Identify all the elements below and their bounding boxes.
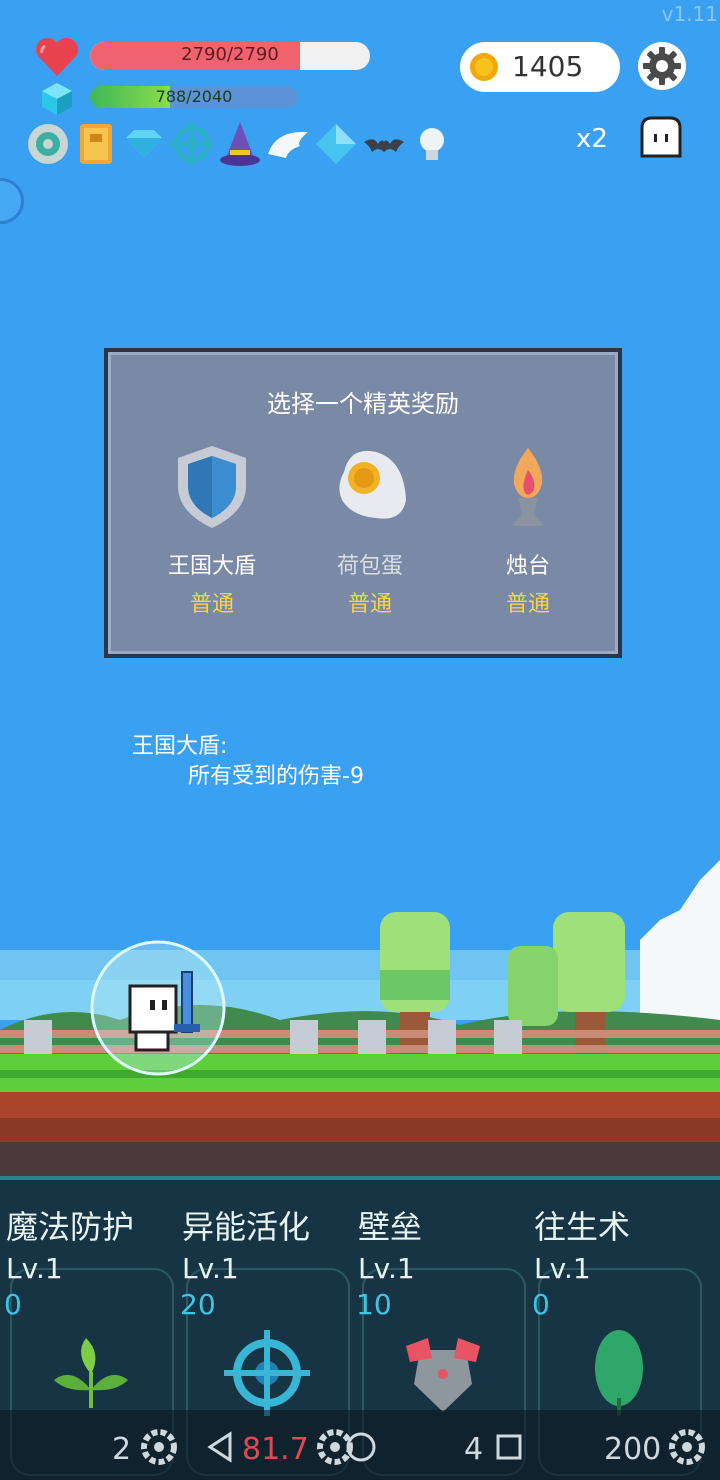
back-icon[interactable] bbox=[202, 1428, 240, 1466]
home-icon[interactable] bbox=[342, 1428, 380, 1466]
skill-cost: 0 bbox=[4, 1288, 22, 1321]
reward-name: 王国大盾 bbox=[167, 554, 256, 579]
reward-name: 荷包蛋 bbox=[336, 554, 403, 579]
bat-relic-icon[interactable] bbox=[362, 120, 406, 168]
skill-level: Lv.1 bbox=[6, 1252, 63, 1285]
leaf-sprout-icon bbox=[54, 1338, 128, 1408]
lightbulb-relic-icon[interactable] bbox=[410, 120, 454, 168]
ghost-menu-icon[interactable] bbox=[638, 114, 684, 160]
reward-rarity: 普通 bbox=[347, 592, 392, 617]
candlestick-icon bbox=[512, 448, 544, 526]
disc-relic-icon[interactable] bbox=[26, 120, 70, 168]
mana-crystal-icon bbox=[42, 83, 72, 115]
dialog-title: 选择一个精英奖励 bbox=[267, 390, 459, 418]
gear-icon[interactable] bbox=[668, 1428, 706, 1466]
target-relic-icon[interactable] bbox=[170, 120, 214, 168]
skill-count: 81.7 bbox=[242, 1432, 309, 1467]
book-relic-icon[interactable] bbox=[74, 120, 118, 168]
shield-icon bbox=[178, 446, 246, 528]
recents-icon[interactable] bbox=[490, 1428, 528, 1466]
speed-label[interactable]: x2 bbox=[576, 124, 608, 154]
description-body: 所有受到的伤害-9 bbox=[188, 764, 364, 789]
reward-name: 烛台 bbox=[505, 554, 550, 579]
side-menu-button[interactable] bbox=[0, 178, 24, 224]
reward-option-egg[interactable]: 荷包蛋 普通 bbox=[290, 442, 450, 618]
version-label: v1.11 bbox=[661, 2, 718, 26]
mana-bar: 788/2040 bbox=[90, 86, 298, 108]
description-title: 王国大盾: bbox=[132, 734, 228, 759]
battle-scene bbox=[0, 860, 720, 1180]
skill-name: 往生术 bbox=[534, 1208, 631, 1246]
crosshair-icon bbox=[224, 1330, 310, 1416]
skill-count: 4 bbox=[464, 1432, 484, 1467]
skill-level: Lv.1 bbox=[182, 1252, 239, 1285]
skill-cost: 0 bbox=[532, 1288, 550, 1321]
skill-cost: 20 bbox=[180, 1288, 216, 1321]
armor-icon bbox=[406, 1338, 480, 1412]
coin-counter: 1405 bbox=[460, 42, 620, 92]
heart-icon bbox=[35, 37, 79, 76]
hp-text: 2790/2790 bbox=[181, 44, 279, 65]
coin-icon bbox=[470, 53, 498, 81]
skill-name: 壁垒 bbox=[358, 1208, 423, 1246]
fried-egg-icon bbox=[339, 450, 406, 519]
reward-option-shield[interactable]: 王国大盾 普通 bbox=[132, 442, 292, 618]
reward-rarity: 普通 bbox=[505, 592, 550, 617]
gear-icon[interactable] bbox=[140, 1428, 178, 1466]
skill-name: 魔法防护 bbox=[6, 1208, 135, 1246]
skill-name: 异能活化 bbox=[182, 1208, 311, 1246]
gem-relic-icon[interactable] bbox=[122, 120, 166, 168]
mana-text: 788/2040 bbox=[155, 87, 233, 106]
skill-count: 2 bbox=[112, 1432, 132, 1467]
skill-level: Lv.1 bbox=[534, 1252, 591, 1285]
reward-rarity: 普通 bbox=[189, 592, 234, 617]
reward-option-candlestick[interactable]: 烛台 普通 bbox=[448, 442, 608, 618]
hero-character bbox=[90, 940, 226, 1076]
relic-bar bbox=[26, 120, 454, 168]
wings-relic-icon[interactable] bbox=[266, 120, 310, 168]
skill-count: 200 bbox=[604, 1432, 662, 1467]
reward-description: 王国大盾: 所有受到的伤害-9 bbox=[132, 732, 364, 792]
elite-reward-dialog: 选择一个精英奖励 王国大盾 普通 荷包蛋 普通 烛台 普通 bbox=[104, 348, 622, 658]
skill-level: Lv.1 bbox=[358, 1252, 415, 1285]
leaf-icon bbox=[595, 1330, 643, 1416]
diamond-relic-icon[interactable] bbox=[314, 120, 358, 168]
wizard-hat-relic-icon[interactable] bbox=[218, 120, 262, 168]
skill-cost: 10 bbox=[356, 1288, 392, 1321]
settings-gear-icon[interactable] bbox=[638, 42, 686, 90]
hp-bar: 2790/2790 bbox=[90, 42, 370, 70]
coin-count: 1405 bbox=[512, 50, 584, 83]
